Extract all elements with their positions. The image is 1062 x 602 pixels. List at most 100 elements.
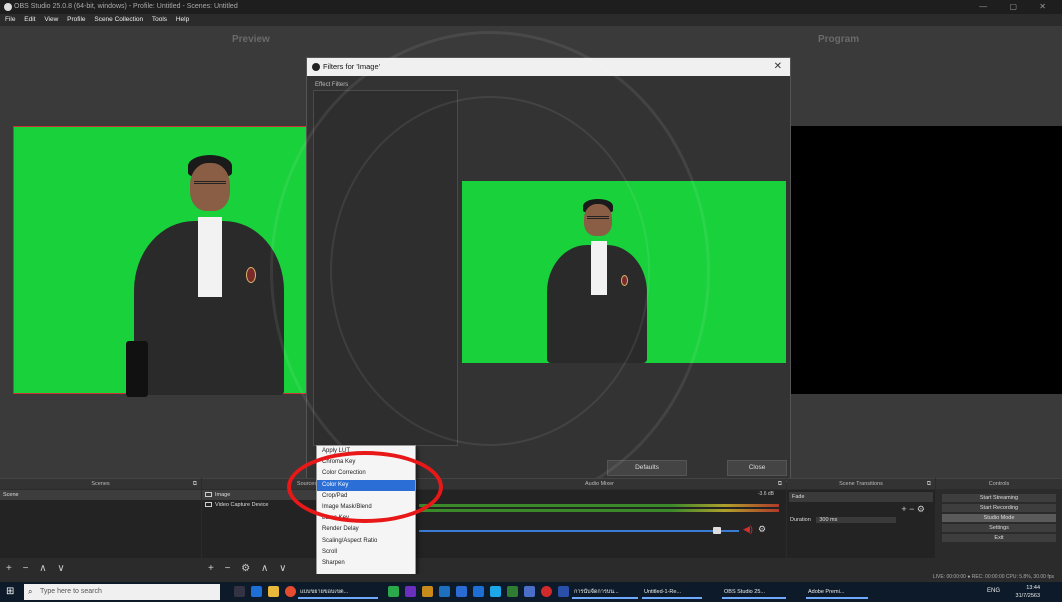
sources-controls[interactable]: + − ⚙ ∧ ∨ xyxy=(208,563,290,574)
scenes-list[interactable]: Scene xyxy=(0,490,201,558)
scene-transitions-body: Fade + − ⚙ Duration 300 ms xyxy=(787,490,935,558)
windows-taskbar: ⊞ ⌕ Type here to search แบบขยายขอบเขต...… xyxy=(0,582,1062,602)
premiere-icon[interactable] xyxy=(405,586,416,597)
menu-profile[interactable]: Profile xyxy=(67,16,85,23)
taskbar-app-adobe-premiere[interactable]: Adobe Premi... xyxy=(806,585,868,599)
filter-preview xyxy=(462,181,786,363)
scene-transitions-header: Scene Transitions ⧉ xyxy=(787,479,935,489)
ie-icon[interactable] xyxy=(473,586,484,597)
menu-item-sharpen[interactable]: Sharpen xyxy=(317,558,415,569)
clock-date: 31/7/2563 xyxy=(1015,593,1040,599)
speaker-muted-icon[interactable]: ◀) xyxy=(743,524,753,535)
controls-title: Controls xyxy=(988,481,1010,487)
illustrator-icon[interactable] xyxy=(422,586,433,597)
undock-icon[interactable]: ⧉ xyxy=(778,479,782,489)
clock-time: 13:44 xyxy=(1026,585,1040,591)
search-icon: ⌕ xyxy=(28,587,33,596)
camera-icon xyxy=(205,502,212,508)
app-icon[interactable] xyxy=(541,586,552,597)
program-canvas xyxy=(788,126,1062,394)
menu-item-scaling-aspect-ratio[interactable]: Scaling/Aspect Ratio xyxy=(317,536,415,547)
app-icon[interactable] xyxy=(507,586,518,597)
duration-input[interactable]: 300 ms xyxy=(816,517,897,523)
taskbar-search-box[interactable]: ⌕ Type here to search xyxy=(24,584,220,600)
mail-icon[interactable] xyxy=(456,586,467,597)
gear-icon[interactable]: ⚙ xyxy=(758,524,766,535)
effect-filters-label: Effect Filters xyxy=(315,82,349,88)
tray-language[interactable]: ENG xyxy=(987,588,1000,594)
scenes-title: Scenes xyxy=(91,481,110,487)
transition-select[interactable]: Fade xyxy=(789,492,933,502)
chrome-icon[interactable] xyxy=(285,586,296,597)
photoshop-icon[interactable] xyxy=(439,586,450,597)
start-recording-button[interactable]: Start Recording xyxy=(942,504,1056,512)
line-icon[interactable] xyxy=(388,586,399,597)
volume-meter xyxy=(419,509,779,512)
taskbar-app-document[interactable]: การนับจัดการบน... xyxy=(572,585,638,599)
scene-transitions-dock: Scene Transitions ⧉ Fade + − ⚙ Duration … xyxy=(787,478,935,580)
controls-dock: Controls Start Streaming Start Recording… xyxy=(936,478,1062,580)
taskbar-app-browser[interactable]: แบบขยายขอบเขต... xyxy=(298,585,378,599)
app-icon[interactable] xyxy=(558,586,569,597)
settings-button[interactable]: Settings xyxy=(942,524,1056,532)
menu-item-scroll[interactable]: Scroll xyxy=(317,547,415,558)
menu-scene-collection[interactable]: Scene Collection xyxy=(94,16,143,23)
volume-meter xyxy=(419,504,779,507)
audio-mixer-dock: Audio Mixer ⧉ -3.6 dB ◀) ⚙ xyxy=(413,478,786,580)
audio-mixer-title: Audio Mixer xyxy=(584,481,615,487)
window-title: OBS Studio 25.0.8 (64-bit, windows) - Pr… xyxy=(14,3,238,10)
edge-icon[interactable] xyxy=(251,586,262,597)
image-icon xyxy=(205,492,212,498)
menu-tools[interactable]: Tools xyxy=(152,16,167,23)
search-placeholder: Type here to search xyxy=(40,588,102,595)
studio-mode-button[interactable]: Studio Mode xyxy=(942,514,1056,522)
program-header: Program xyxy=(818,34,860,45)
audio-mixer-body: -3.6 dB ◀) ⚙ xyxy=(413,490,786,558)
volume-slider-handle[interactable] xyxy=(713,527,721,534)
filters-dialog-titlebar: Filters for 'Image' ✕ xyxy=(307,58,790,76)
transition-controls[interactable]: + − ⚙ xyxy=(787,504,935,515)
scenes-controls[interactable]: + − ∧ ∨ xyxy=(6,563,69,574)
close-icon[interactable]: ✕ xyxy=(774,58,782,76)
audio-mixer-header: Audio Mixer ⧉ xyxy=(413,479,786,489)
tray-clock[interactable]: 13:44 31/7/2563 xyxy=(1016,584,1040,600)
status-bar: LIVE: 00:00:00 ● REC: 00:00:00 CPU: 5.8%… xyxy=(0,574,1062,582)
menu-view[interactable]: View xyxy=(44,16,58,23)
filters-dialog: Filters for 'Image' ✕ Effect Filters + −… xyxy=(306,57,791,482)
duration-row: Duration 300 ms xyxy=(787,515,935,525)
windows-start-icon[interactable]: ⊞ xyxy=(6,587,16,597)
controls-body: Start Streaming Start Recording Studio M… xyxy=(936,490,1062,558)
app-icon[interactable] xyxy=(524,586,535,597)
menu-file[interactable]: File xyxy=(5,16,15,23)
volume-slider[interactable] xyxy=(419,530,739,532)
window-titlebar: OBS Studio 25.0.8 (64-bit, windows) - Pr… xyxy=(0,0,1062,14)
menu-help[interactable]: Help xyxy=(176,16,189,23)
duration-label: Duration xyxy=(790,517,811,523)
task-view-icon[interactable] xyxy=(234,586,245,597)
undock-icon[interactable]: ⧉ xyxy=(193,479,197,489)
window-controls[interactable]: — ▢ ✕ xyxy=(979,0,1056,14)
close-button[interactable]: Close xyxy=(727,460,787,476)
defaults-button[interactable]: Defaults xyxy=(607,460,687,476)
volume-db-label: -3.6 dB xyxy=(757,491,774,497)
preview-header: Preview xyxy=(232,34,270,45)
undock-icon[interactable]: ⧉ xyxy=(927,479,931,489)
scene-transitions-title: Scene Transitions xyxy=(839,481,883,487)
obs-logo-icon xyxy=(312,63,320,71)
taskbar-app-premiere[interactable]: Untitled-1-Re... xyxy=(642,585,702,599)
effect-filters-list[interactable] xyxy=(313,90,458,446)
obs-logo-icon xyxy=(4,3,12,11)
filters-dialog-title: Filters for 'Image' xyxy=(323,62,381,71)
file-explorer-icon[interactable] xyxy=(268,586,279,597)
exit-button[interactable]: Exit xyxy=(942,534,1056,542)
menu-edit[interactable]: Edit xyxy=(24,16,35,23)
start-streaming-button[interactable]: Start Streaming xyxy=(942,494,1056,502)
list-item[interactable]: Scene xyxy=(0,490,201,500)
preview-canvas[interactable] xyxy=(13,126,309,397)
word-icon[interactable] xyxy=(490,586,501,597)
controls-header: Controls xyxy=(936,479,1062,489)
menu-item-render-delay[interactable]: Render Delay xyxy=(317,524,415,535)
annotation-highlight-ellipse xyxy=(287,451,443,523)
taskbar-app-obs[interactable]: OBS Studio 25... xyxy=(722,585,786,599)
scenes-dock: Scenes ⧉ Scene + − ∧ ∨ xyxy=(0,478,201,580)
